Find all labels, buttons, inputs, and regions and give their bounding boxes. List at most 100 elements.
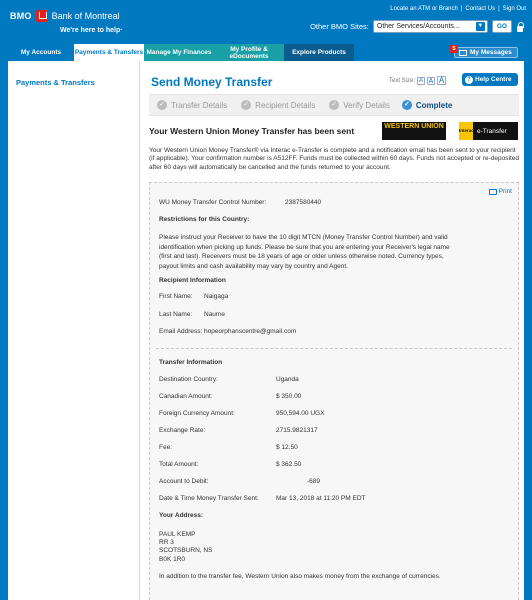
country-row: Destination Country: Uganda: [159, 376, 299, 383]
email-label: Email Address:: [159, 328, 203, 335]
contact-us-link[interactable]: Contact Us: [465, 6, 495, 12]
email-value: hopeorphanscentre@gmail.com: [204, 328, 297, 335]
tab-my-accounts[interactable]: My Accounts: [8, 44, 74, 61]
transfer-heading: Transfer Information: [159, 359, 223, 366]
locate-atm-link[interactable]: Locate an ATM or Branch: [390, 6, 458, 12]
total-label: Total Amount:: [159, 461, 199, 468]
tab-manage-finances[interactable]: Manage My Finances: [144, 44, 214, 61]
last-name-value: Naume: [204, 311, 225, 318]
brand-name: Bank of Montreal: [51, 11, 120, 21]
address-heading: Your Address:: [159, 512, 204, 519]
first-name-label: First Name:: [159, 293, 193, 300]
total-row: Total Amount: $ 362.50: [159, 461, 301, 468]
progress-steps: ✓ Transfer Details ✓ Recipient Details ✓…: [149, 94, 519, 116]
step-label: Transfer Details: [171, 100, 228, 110]
other-sites-selected: Other Services/Accounts...: [376, 23, 460, 30]
mtcn-row: WU Money Transfer Control Number: 238758…: [159, 199, 321, 206]
account-debit-value: -689: [307, 478, 321, 485]
cad-amount-label: Canadian Amount:: [159, 393, 213, 400]
sent-heading: Your Western Union Money Transfer has be…: [149, 126, 355, 136]
printer-icon: [488, 188, 497, 195]
print-label: Print: [498, 188, 512, 195]
cad-amount-value: $ 350.00: [276, 393, 302, 400]
address-line: B0K 1R0: [159, 555, 186, 563]
tab-profile-edocuments[interactable]: My Profile & eDocuments: [214, 44, 284, 61]
tagline: We're here to help·: [60, 27, 123, 34]
tab-payments-transfers[interactable]: Payments & Transfers: [74, 44, 144, 61]
step-transfer-details: ✓ Transfer Details: [157, 100, 227, 110]
other-sites-select[interactable]: Other Services/Accounts... ▼: [372, 20, 488, 33]
text-size-control: Text Size: A A A: [389, 76, 447, 85]
interac-mark: Interac: [459, 122, 474, 140]
step-complete: ✓ Complete: [401, 100, 453, 110]
address-line: RR 3: [159, 539, 174, 547]
recipient-heading: Recipient Information: [159, 277, 226, 284]
help-centre-button[interactable]: ? Help Centre: [462, 73, 518, 86]
header: BMO Bank of Montreal We're here to help·…: [0, 0, 532, 44]
envelope-icon: [459, 49, 467, 56]
text-size-small-button[interactable]: A: [417, 76, 426, 85]
address-line: SCOTSBURN, NS: [159, 547, 213, 555]
check-icon: ✓: [241, 100, 252, 110]
fee-value: $ 12.50: [276, 444, 298, 451]
brand-short: BMO: [10, 11, 32, 21]
restrictions-heading: Restrictions for this Country:: [159, 216, 250, 223]
check-icon: ✓: [329, 100, 340, 110]
top-links: Locate an ATM or Branch | Contact Us | S…: [390, 6, 526, 12]
total-value: $ 362.50: [276, 461, 302, 468]
chevron-down-icon: ▼: [475, 22, 485, 31]
country-value: Uganda: [276, 376, 299, 383]
help-centre-label: Help Centre: [475, 76, 512, 83]
sidebar-item-payments-transfers[interactable]: Payments & Transfers: [16, 78, 95, 87]
fee-row: Fee: $ 12.50: [159, 444, 298, 451]
link-separator: |: [460, 6, 463, 12]
text-size-large-button[interactable]: A: [437, 76, 447, 85]
account-debit-row: Account to Debit: -689: [159, 478, 320, 485]
transfer-details-box: Print WU Money Transfer Control Number: …: [149, 182, 519, 600]
western-union-logo: WESTERN UNION: [382, 122, 446, 140]
text-size-medium-button[interactable]: A: [427, 76, 436, 85]
cad-amount-row: Canadian Amount: $ 350.00: [159, 393, 301, 400]
exchange-rate-value: 2715.9821317: [276, 427, 318, 434]
exchange-rate-label: Exchange Rate:: [159, 427, 206, 434]
print-link[interactable]: Print: [488, 188, 512, 195]
step-recipient-details: ✓ Recipient Details: [241, 100, 315, 110]
fx-amount-row: Foreign Currency Amount: 950,594.00 UGX: [159, 410, 324, 417]
page-title: Send Money Transfer: [151, 75, 273, 89]
datetime-label: Date & Time Money Transfer Sent:: [159, 495, 259, 502]
step-label: Recipient Details: [255, 100, 316, 110]
go-button[interactable]: GO: [491, 20, 512, 33]
bmo-roundel-icon: [35, 10, 48, 22]
datetime-row: Date & Time Money Transfer Sent: Mar 13,…: [159, 495, 365, 502]
lock-icon: [516, 21, 524, 32]
fx-amount-label: Foreign Currency Amount:: [159, 410, 235, 417]
last-name-row: Last Name: Naume: [159, 311, 225, 318]
divider: [156, 348, 512, 349]
step-label: Complete: [415, 100, 453, 110]
other-sites-label: Other BMO Sites:: [310, 22, 369, 31]
bmo-logo[interactable]: BMO Bank of Montreal: [10, 10, 120, 22]
first-name-row: First Name: Naigaga: [159, 293, 228, 300]
step-verify-details: ✓ Verify Details: [329, 100, 390, 110]
other-sites: Other BMO Sites: Other Services/Accounts…: [310, 20, 524, 33]
address-line: PAUL KEMP: [159, 531, 196, 538]
check-icon: ✓: [401, 100, 412, 110]
interac-etransfer-logo: Interac e-Transfer: [459, 122, 518, 140]
sign-out-link[interactable]: Sign Out: [503, 6, 526, 12]
messages-count-badge: 5: [450, 45, 458, 53]
my-messages-button[interactable]: 5 My Messages: [450, 45, 518, 58]
link-separator: |: [498, 6, 500, 12]
tab-explore-products[interactable]: Explore Products: [284, 44, 354, 61]
step-label: Verify Details: [343, 100, 390, 110]
question-icon: ?: [465, 75, 473, 84]
footer-note: In addition to the transfer fee, Western…: [159, 573, 441, 580]
first-name-value: Naigaga: [204, 293, 229, 300]
datetime-value: Mar 13, 2018 at 11:20 PM EDT: [276, 495, 366, 502]
main-area: Payments & Transfers Send Money Transfer…: [8, 61, 524, 600]
sidebar: Payments & Transfers: [8, 61, 140, 600]
email-row: Email Address: hopeorphanscentre@gmail.c…: [159, 328, 296, 335]
main-nav: My Accounts Payments & Transfers Manage …: [8, 44, 524, 61]
account-debit-label: Account to Debit:: [159, 478, 209, 485]
check-icon: ✓: [157, 100, 167, 110]
mtcn-label: WU Money Transfer Control Number:: [159, 199, 267, 206]
